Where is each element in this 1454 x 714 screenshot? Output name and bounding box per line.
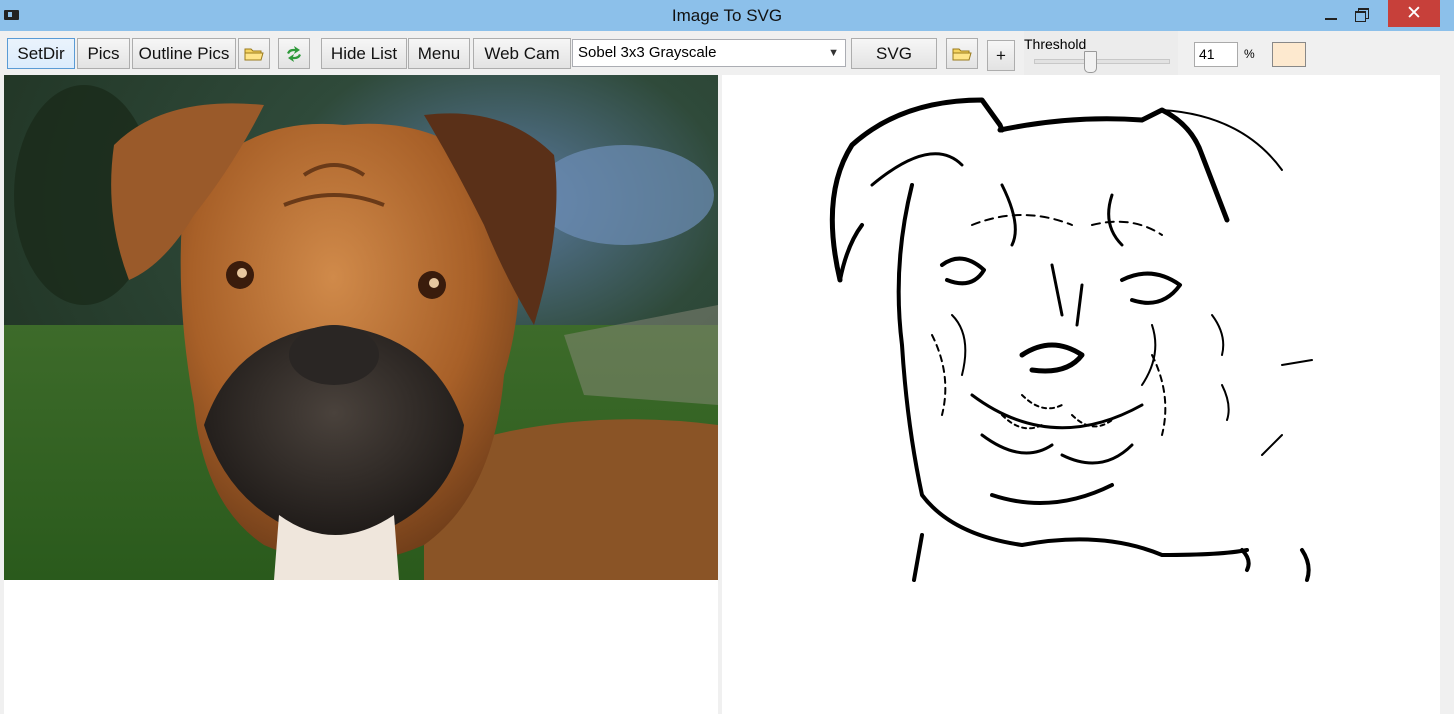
save-folder-button[interactable] — [946, 38, 978, 69]
hide-list-button[interactable]: Hide List — [321, 38, 407, 69]
title-bar: Image To SVG ✕ — [0, 0, 1454, 31]
svg-output-panel — [722, 75, 1440, 714]
threshold-slider-thumb[interactable] — [1084, 51, 1098, 73]
minimize-button[interactable] — [1315, 0, 1345, 27]
menu-button[interactable]: Menu — [408, 38, 470, 69]
toolbar: SetDir Pics Outline Pics Hide List Menu … — [0, 31, 1454, 75]
color-swatch[interactable] — [1272, 42, 1306, 67]
window-title: Image To SVG — [671, 6, 783, 25]
threshold-label: Threshold — [1024, 36, 1087, 52]
threshold-value-input[interactable]: 41 — [1194, 42, 1238, 67]
svg-button[interactable]: SVG — [851, 38, 937, 69]
web-cam-button[interactable]: Web Cam — [473, 38, 571, 69]
percent-label: % — [1244, 47, 1255, 61]
pics-button[interactable]: Pics — [77, 38, 130, 69]
source-image-panel — [4, 75, 718, 714]
folder-icon — [244, 48, 264, 60]
source-dog-photo — [4, 75, 718, 580]
filter-select-value: Sobel 3x3 Grayscale — [578, 44, 717, 61]
outline-pics-button[interactable]: Outline Pics — [132, 38, 236, 69]
open-folder-button[interactable] — [238, 38, 270, 69]
refresh-icon — [287, 45, 301, 62]
setdir-button[interactable]: SetDir — [7, 38, 75, 69]
maximize-button[interactable] — [1346, 0, 1376, 27]
refresh-button[interactable] — [278, 38, 310, 69]
close-button[interactable]: ✕ — [1388, 0, 1440, 27]
plus-button[interactable]: + — [987, 40, 1015, 71]
outline-dog-svg — [829, 97, 1313, 582]
filter-select[interactable]: Sobel 3x3 Grayscale ▼ — [572, 39, 846, 67]
folder-icon — [952, 48, 972, 60]
threshold-slider-track[interactable] — [1034, 59, 1170, 64]
chevron-down-icon: ▼ — [828, 47, 839, 59]
